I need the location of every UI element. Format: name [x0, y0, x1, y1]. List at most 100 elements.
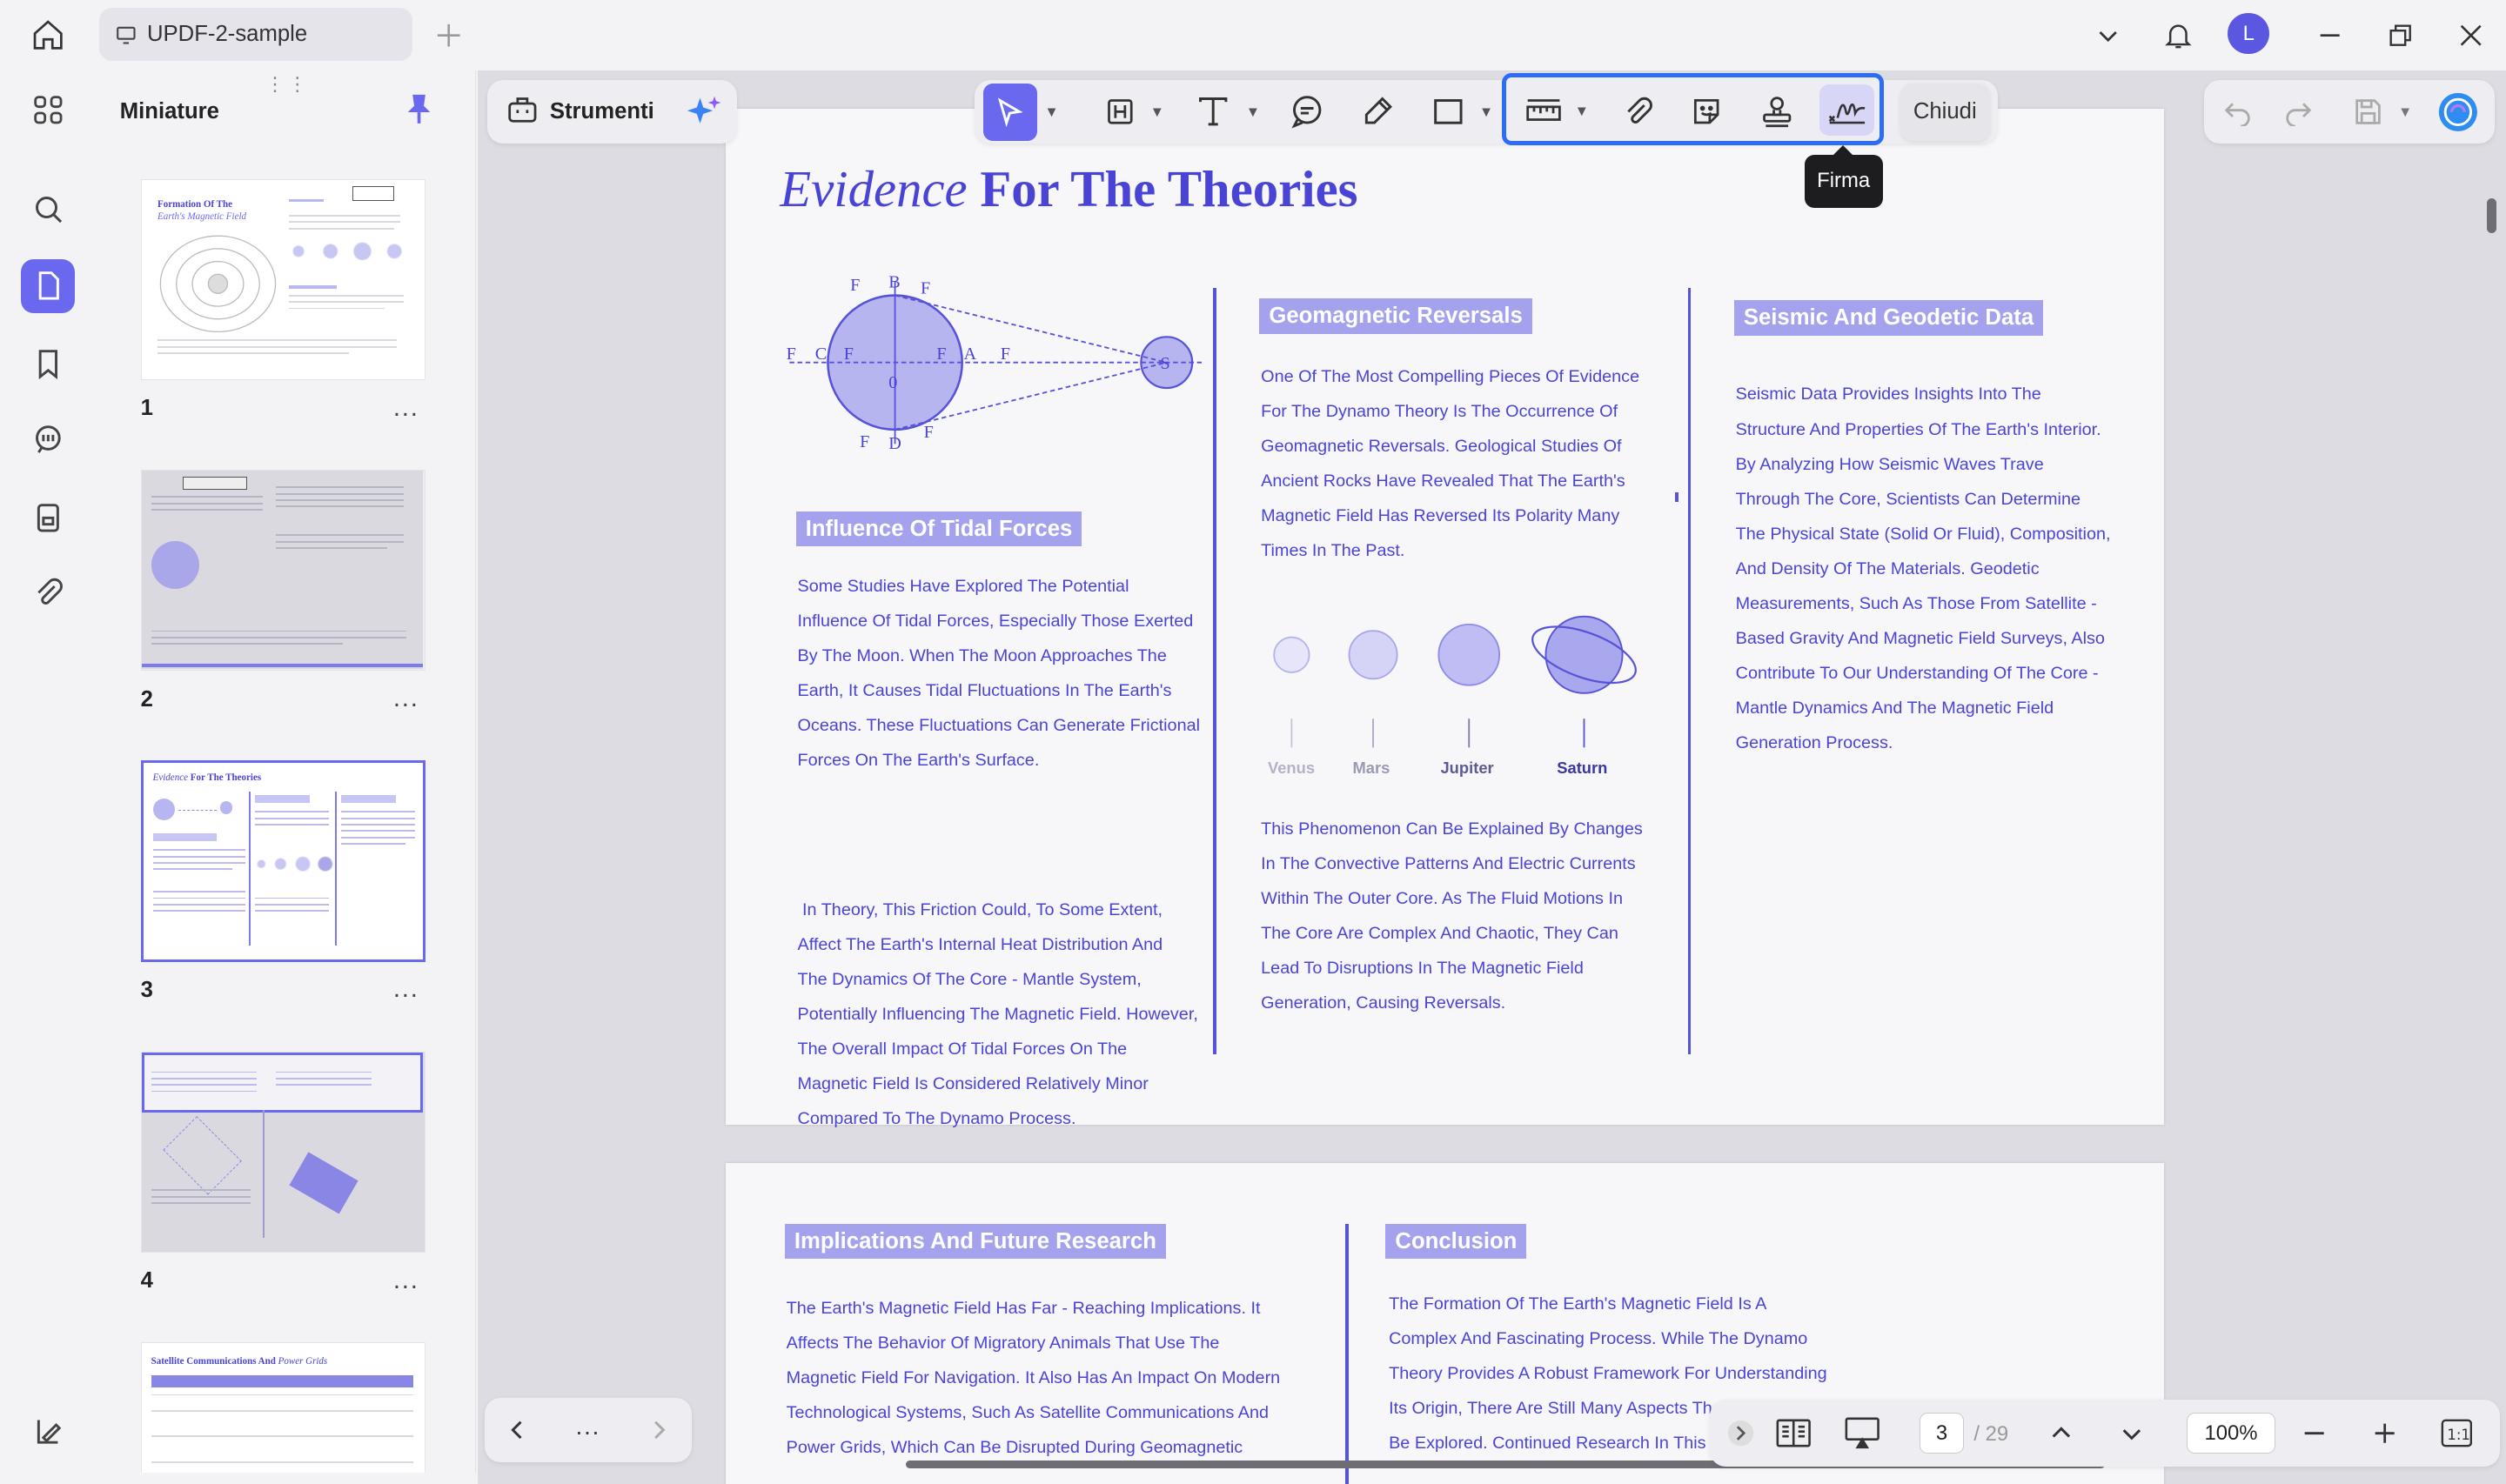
zoom-level-field[interactable]: 100% [2186, 1412, 2276, 1454]
text-line: Potentially Influencing The Magnetic Fie… [797, 1005, 1198, 1025]
diagram-label-f: F [787, 344, 796, 364]
close-toolbar-button[interactable]: Chiudi [1900, 83, 1990, 141]
comments-icon[interactable] [21, 412, 75, 466]
new-tab-plus-icon[interactable] [426, 13, 471, 57]
text-line: Forces On The Earth's Surface. [797, 751, 1040, 771]
diagram-label-zero: 0 [888, 373, 897, 392]
bookmark-icon[interactable] [21, 338, 75, 391]
search-icon[interactable] [21, 182, 75, 236]
text-line: Contribute To Our Understanding Of The C… [1735, 663, 2099, 683]
actual-size-icon[interactable]: 1:1 [2436, 1404, 2477, 1461]
page-thumbnail-3[interactable]: Evidence For The Theories [140, 760, 425, 962]
select-cursor-icon[interactable] [982, 83, 1037, 141]
signature-icon[interactable] [1819, 84, 1874, 136]
text-line: Influence Of Tidal Forces, Especially Th… [797, 611, 1194, 631]
previous-page-chevron-up-icon[interactable] [2042, 1404, 2081, 1461]
stamp-icon[interactable] [1754, 83, 1799, 140]
thumbnails-page-icon[interactable] [20, 258, 76, 313]
diagram-label-f: F [850, 276, 860, 295]
home-icon[interactable] [25, 13, 70, 57]
restore-window-icon[interactable] [2378, 13, 2422, 57]
text-tool-icon[interactable] [1190, 84, 1235, 141]
collapse-arrow-icon[interactable] [1723, 1404, 1758, 1461]
apps-grid-icon[interactable] [21, 84, 75, 137]
pin-icon[interactable] [405, 93, 433, 132]
page-layout-icon[interactable] [1771, 1404, 1815, 1461]
text-box-dropdown-chevron-icon[interactable]: ▼ [1148, 84, 1167, 141]
diagram-label-d: D [888, 434, 901, 453]
measure-dropdown-chevron-icon[interactable]: ▼ [1572, 83, 1591, 140]
text-line: Based Gravity And Magnetic Field Surveys… [1735, 628, 2105, 648]
sticker-icon[interactable] [1684, 83, 1728, 140]
current-page-input[interactable]: 3 [1919, 1412, 1965, 1454]
zoom-in-plus-icon[interactable] [2365, 1404, 2403, 1461]
more-options-button[interactable]: ... [567, 1398, 609, 1455]
page-thumbnail-2[interactable] [140, 469, 425, 672]
vertical-scrollbar-thumb[interactable] [2486, 197, 2496, 234]
text-line: Compared To The Dynamo Process. [797, 1109, 1076, 1129]
column-divider [1687, 287, 1692, 1055]
user-avatar[interactable]: L [2228, 12, 2270, 55]
tools-button[interactable]: Strumenti [487, 79, 737, 144]
diagram-label-f: F [924, 423, 934, 442]
page-title-italic: Evidence [780, 160, 968, 217]
seismic-paragraph-1: Seismic Data Provides Insights Into The S… [1736, 377, 2152, 760]
seismic-geodetic-heading: Seismic And Geodetic Data [1733, 300, 2044, 336]
next-chevron-icon[interactable] [638, 1401, 680, 1459]
text-line: The Earth's Magnetic Field Has Far - Rea… [786, 1299, 1261, 1319]
thumb-more-button-3[interactable]: ... [393, 974, 419, 1004]
paperclip-icon[interactable] [21, 565, 75, 619]
minimize-icon[interactable] [2308, 13, 2352, 57]
thumb-title-italic: Evidence [152, 772, 188, 784]
page-thumbnail-5[interactable]: Satellite Communications And Power Grids [140, 1341, 425, 1474]
history-toolbar: ▼ [2203, 79, 2496, 144]
rectangle-shape-icon[interactable] [1425, 84, 1470, 141]
document-viewport[interactable]: Evidence For The Theories B D C A 0 S F … [478, 70, 2506, 1484]
ai-assistant-logo-icon[interactable] [2434, 84, 2482, 141]
tabs-dropdown-chevron-icon[interactable] [2086, 13, 2130, 57]
highlighter-pen-icon[interactable] [1356, 84, 1400, 141]
planet-label-saturn: Saturn [1557, 759, 1608, 778]
total-pages-label: / 29 [1973, 1421, 2009, 1446]
attachment-paperclip-icon[interactable] [1615, 83, 1659, 140]
save-icon[interactable] [2348, 84, 2389, 141]
layers-icon[interactable] [21, 1404, 75, 1458]
text-line: Generation, Causing Reversals. [1261, 993, 1506, 1013]
tidal-paragraph-2: In Theory, This Friction Could, To Some … [798, 823, 1214, 1207]
text-line: Structure And Properties Of The Earth's … [1735, 419, 2101, 439]
zoom-out-minus-icon[interactable] [2295, 1404, 2333, 1461]
text-tool-dropdown-chevron-icon[interactable]: ▼ [1243, 84, 1263, 141]
measure-ruler-icon[interactable] [1519, 83, 1567, 140]
page-thumbnail-1[interactable]: Formation Of The Earth's Magnetic Field [140, 178, 425, 381]
redo-icon[interactable] [2277, 84, 2319, 141]
panel-drag-handle[interactable]: ⋮⋮ [265, 73, 310, 96]
shape-dropdown-chevron-icon[interactable]: ▼ [1477, 84, 1496, 141]
next-page-chevron-down-icon[interactable] [2113, 1404, 2151, 1461]
select-dropdown-chevron-icon[interactable]: ▼ [1042, 84, 1062, 141]
ai-sparkle-icon[interactable] [686, 93, 724, 138]
thumb-more-button-4[interactable]: ... [393, 1266, 419, 1295]
text-line: In The Convective Patterns And Electric … [1261, 854, 1636, 874]
text-line: Complex And Fascinating Process. While T… [1389, 1328, 1808, 1348]
close-window-icon[interactable] [2449, 13, 2493, 57]
notifications-bell-icon[interactable] [2156, 13, 2201, 57]
diagram-label-s: S [1160, 354, 1169, 373]
undo-icon[interactable] [2216, 84, 2258, 141]
page-thumbnail-4[interactable] [140, 1051, 425, 1253]
text-box-icon[interactable] [1098, 84, 1142, 141]
page-navigation-mini: ... [484, 1398, 693, 1462]
thumb-title: Evidence For The Theories [153, 772, 262, 783]
text-line: And Density Of The Materials. Geodetic [1735, 558, 2040, 578]
reversals-paragraph-2: This Phenomenon Can Be Explained By Chan… [1261, 812, 1660, 1020]
comment-icon[interactable] [1285, 84, 1330, 141]
previous-chevron-icon[interactable] [497, 1401, 539, 1459]
thumb-more-button-2[interactable]: ... [393, 684, 419, 713]
save-dropdown-chevron-icon[interactable]: ▼ [2395, 84, 2415, 141]
presentation-icon[interactable] [1839, 1404, 1884, 1461]
thumb-more-button-1[interactable]: ... [393, 393, 419, 423]
document-tab[interactable]: UPDF-2-sample [98, 8, 412, 61]
text-line: The Overall Impact Of Tidal Forces On Th… [797, 1039, 1128, 1060]
planet-label-mars: Mars [1352, 759, 1390, 778]
text-line: One Of The Most Compelling Pieces Of Evi… [1261, 367, 1640, 387]
attachment-storage-icon[interactable] [21, 491, 75, 545]
